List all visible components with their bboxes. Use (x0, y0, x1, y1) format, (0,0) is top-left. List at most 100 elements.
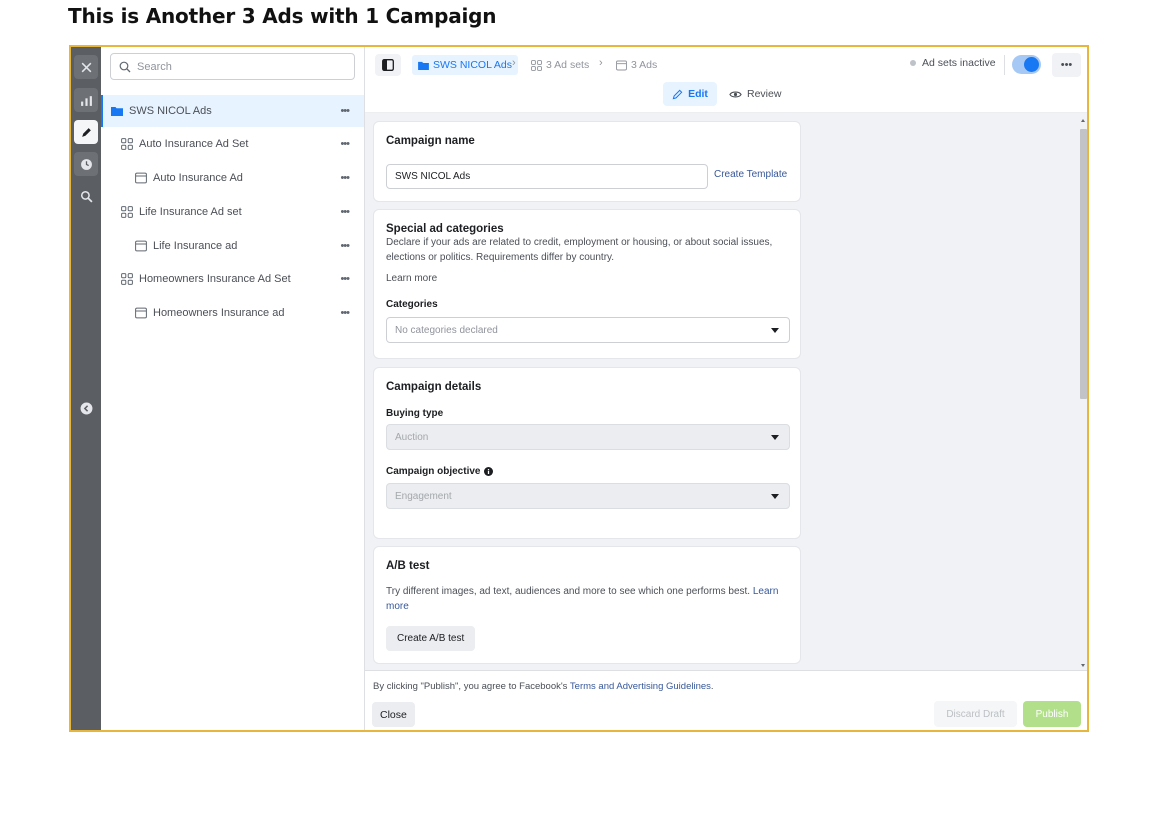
tree-item-ad[interactable]: Homeowners Insurance ad ••• (101, 297, 364, 329)
card-title: Campaign name (386, 135, 475, 147)
ad-icon (135, 240, 147, 252)
buying-type-value: Auction (395, 431, 429, 443)
discard-draft-button[interactable]: Discard Draft (934, 701, 1017, 727)
caret-down-icon (771, 328, 779, 333)
toggle-knob (1024, 57, 1039, 72)
edit-mode-button[interactable]: Edit (663, 82, 717, 106)
grid-icon (121, 138, 133, 150)
tree-item-label: Homeowners Insurance Ad Set (139, 273, 291, 285)
review-label: Review (747, 88, 782, 100)
grid-icon (121, 273, 133, 285)
editor-main: SWS NICOL Ads › 3 Ad sets › 3 Ads Ad set… (365, 47, 1087, 730)
clock-icon[interactable] (74, 152, 98, 176)
campaign-details-card: Campaign details Buying type Auction Cam… (373, 367, 801, 539)
chevron-right-icon: › (512, 57, 516, 69)
tree-item-adset[interactable]: Life Insurance Ad set ••• (101, 196, 364, 228)
caret-down-icon (771, 435, 779, 440)
ad-icon (135, 307, 147, 319)
campaign-name-input[interactable]: SWS NICOL Ads (386, 164, 708, 189)
scrollbar-thumb[interactable] (1080, 129, 1087, 399)
grid-icon (531, 59, 542, 71)
breadcrumb-label: SWS NICOL Ads (433, 59, 512, 71)
campaign-tree-panel: Search SWS NICOL Ads ••• Auto Insurance … (101, 47, 365, 730)
ads-manager-window: Search SWS NICOL Ads ••• Auto Insurance … (69, 45, 1089, 732)
objective-value: Engagement (395, 490, 452, 502)
editor-footer: By clicking "Publish", you agree to Face… (365, 670, 1087, 730)
chevron-right-icon: › (599, 57, 603, 69)
more-options-icon[interactable]: ••• (340, 240, 350, 252)
adset-status: Ad sets inactive (910, 57, 996, 69)
campaign-objective-dropdown[interactable]: Engagement (386, 483, 790, 509)
review-mode-button[interactable]: Review (729, 82, 781, 106)
breadcrumb-adsets[interactable]: 3 Ad sets (531, 55, 589, 75)
tree-item-label: Life Insurance ad (153, 240, 238, 252)
edit-label: Edit (688, 88, 708, 100)
close-icon[interactable] (74, 55, 98, 79)
search-input[interactable]: Search (110, 53, 355, 80)
more-options-button[interactable]: ••• (1052, 53, 1081, 77)
more-options-icon[interactable]: ••• (340, 138, 350, 150)
buying-type-label: Buying type (386, 408, 444, 419)
card-title: A/B test (386, 560, 430, 572)
categories-dropdown[interactable]: No categories declared (386, 317, 790, 343)
tree-item-ad[interactable]: Life Insurance ad ••• (101, 230, 364, 262)
ad-icon (135, 172, 147, 184)
publish-button[interactable]: Publish (1023, 701, 1081, 727)
scroll-down-icon[interactable] (1081, 664, 1085, 667)
search-placeholder: Search (137, 60, 172, 73)
publish-legal-text: By clicking "Publish", you agree to Face… (373, 681, 714, 692)
categories-label: Categories (386, 299, 438, 310)
info-icon[interactable] (484, 467, 494, 476)
pencil-icon[interactable] (74, 120, 98, 144)
scrollbar[interactable] (1080, 117, 1087, 669)
tree-item-adset[interactable]: Homeowners Insurance Ad Set ••• (101, 263, 364, 295)
left-rail (71, 47, 101, 730)
learn-more-link[interactable]: Learn more (386, 272, 437, 287)
campaign-toggle[interactable] (1012, 55, 1041, 74)
more-options-icon[interactable]: ••• (340, 172, 350, 184)
campaign-name-card: Campaign name SWS NICOL Ads Create Templ… (373, 121, 801, 202)
ab-test-card: A/B test Try different images, ad text, … (373, 546, 801, 664)
close-button[interactable]: Close (372, 702, 415, 727)
categories-placeholder: No categories declared (395, 324, 498, 336)
special-ad-categories-card: Special ad categories Declare if your ad… (373, 209, 801, 359)
chevron-left-circle-icon[interactable] (74, 396, 98, 420)
legal-prefix: By clicking "Publish", you agree to Face… (373, 681, 568, 692)
status-text: Ad sets inactive (922, 57, 996, 69)
breadcrumb-label: 3 Ad sets (546, 59, 590, 71)
eye-icon (729, 91, 742, 97)
ab-test-text: Try different images, ad text, audiences… (386, 586, 751, 597)
card-title: Campaign details (386, 381, 482, 393)
slide-title: This is Another 3 Ads with 1 Campaign (68, 4, 497, 28)
more-options-icon[interactable]: ••• (340, 273, 350, 285)
sidebar-panel-icon (382, 59, 394, 71)
tree-item-label: SWS NICOL Ads (129, 105, 212, 117)
breadcrumb-ads[interactable]: 3 Ads (616, 55, 657, 75)
chart-icon[interactable] (74, 88, 98, 112)
search-zoom-icon[interactable] (74, 184, 98, 208)
tree-item-label: Auto Insurance Ad (153, 172, 243, 184)
create-ab-test-button[interactable]: Create A/B test (386, 626, 476, 651)
grid-icon (121, 206, 133, 218)
panel-toggle-button[interactable] (375, 54, 401, 76)
scroll-up-icon[interactable] (1081, 119, 1085, 122)
search-icon (119, 61, 131, 72)
breadcrumb-label: 3 Ads (631, 59, 658, 71)
tree-item-label: Life Insurance Ad set (139, 206, 242, 218)
folder-icon (418, 61, 429, 70)
more-options-icon[interactable]: ••• (340, 206, 350, 218)
create-template-link[interactable]: Create Template (714, 169, 787, 180)
more-options-icon[interactable]: ••• (340, 105, 350, 117)
caret-down-icon (771, 494, 779, 499)
tree-item-label: Homeowners Insurance ad (153, 307, 285, 319)
buying-type-dropdown[interactable]: Auction (386, 424, 790, 450)
terms-link[interactable]: Terms and Advertising Guidelines (570, 681, 711, 692)
tree-item-ad[interactable]: Auto Insurance Ad ••• (101, 162, 364, 194)
special-ad-description: Declare if your ads are related to credi… (386, 237, 773, 263)
more-options-icon[interactable]: ••• (340, 307, 350, 319)
tree-item-campaign[interactable]: SWS NICOL Ads ••• (101, 95, 364, 127)
tree-item-adset[interactable]: Auto Insurance Ad Set ••• (101, 128, 364, 160)
tree-item-label: Auto Insurance Ad Set (139, 138, 249, 150)
breadcrumb-campaign[interactable]: SWS NICOL Ads (412, 55, 518, 75)
objective-label-text: Campaign objective (386, 466, 481, 477)
